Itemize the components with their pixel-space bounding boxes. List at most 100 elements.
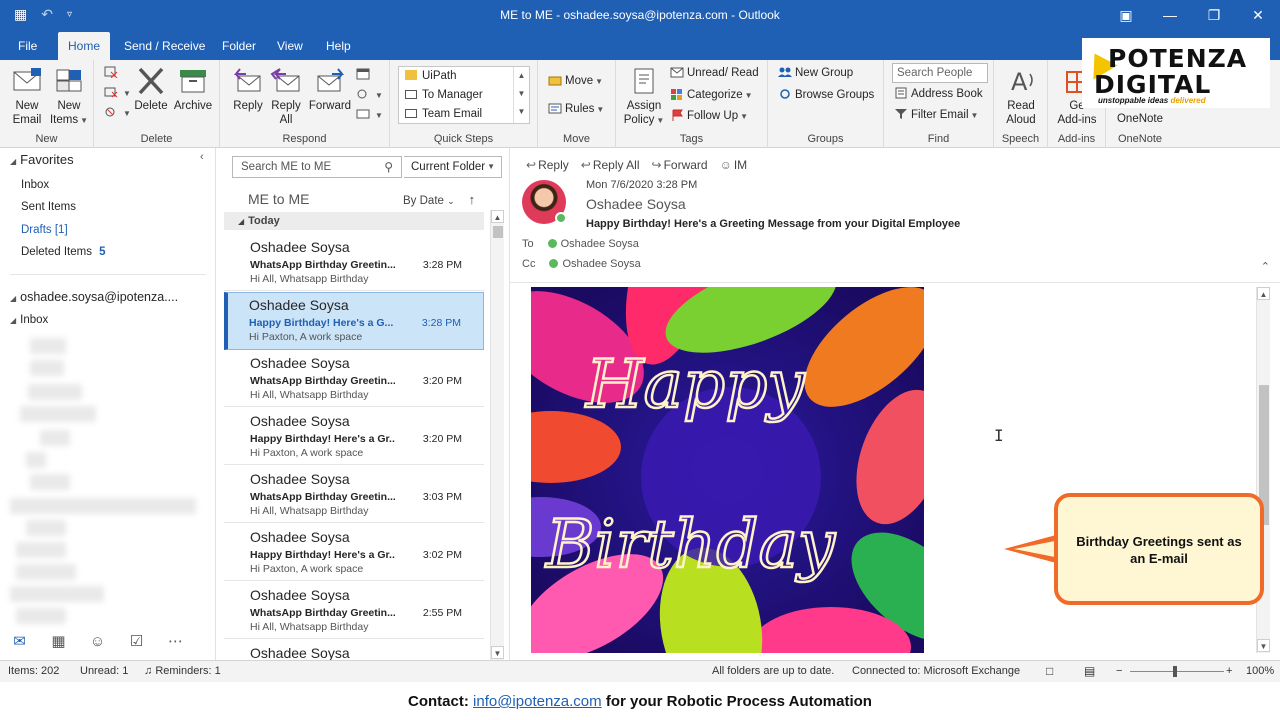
new-email-button[interactable]: New Email bbox=[6, 66, 48, 127]
unread-read-button[interactable]: Unread/ Read bbox=[670, 64, 759, 82]
zoom-out-icon[interactable]: − bbox=[1116, 665, 1122, 677]
close-button[interactable]: ✕ bbox=[1236, 0, 1280, 32]
image-text-happy: Happy bbox=[585, 346, 805, 423]
new-group-button[interactable]: New Group bbox=[778, 64, 853, 82]
tab-view[interactable]: View bbox=[267, 32, 313, 60]
reply-all-action[interactable]: ↩ Reply All bbox=[581, 158, 640, 172]
more-respond-button[interactable]: ▼ bbox=[356, 106, 383, 124]
message-row[interactable]: Oshadee Soysa WhatsApp Birthday Greetin.… bbox=[224, 235, 484, 291]
scroll-up-icon[interactable]: ▲ bbox=[491, 210, 504, 223]
mail-icon[interactable]: ✉ bbox=[0, 632, 39, 650]
move-button[interactable]: Move ▼ bbox=[548, 72, 603, 90]
minimize-folder-pane-icon[interactable]: ‹ bbox=[200, 151, 204, 163]
folder-inbox[interactable]: Inbox bbox=[21, 179, 49, 191]
scroll-up-icon[interactable]: ▲ bbox=[1257, 287, 1270, 300]
rules-button[interactable]: Rules ▼ bbox=[548, 100, 604, 118]
read-aloud-button[interactable]: A Read Aloud bbox=[998, 66, 1044, 127]
message-sender: Oshadee Soysa bbox=[250, 471, 350, 487]
message-row[interactable]: Oshadee Soysa WhatsApp Birthday Greetin.… bbox=[224, 351, 484, 407]
reading-view-icon[interactable]: ▤ bbox=[1084, 664, 1095, 678]
scroll-thumb[interactable] bbox=[493, 226, 503, 238]
reply-all-button[interactable]: Reply All bbox=[268, 66, 304, 127]
message-preview: Hi Paxton, A work space bbox=[250, 447, 364, 459]
status-reminders[interactable]: ♫ Reminders: 1 bbox=[144, 665, 221, 677]
ribbon-display-options-icon[interactable]: ▣ bbox=[1104, 0, 1148, 32]
forward-button[interactable]: Forward bbox=[308, 66, 352, 113]
follow-up-button[interactable]: Follow Up ▼ bbox=[670, 107, 748, 125]
collapse-header-icon[interactable]: ⌃ bbox=[1261, 260, 1270, 273]
tab-help[interactable]: Help bbox=[316, 32, 361, 60]
logo-line-2: DIGITAL bbox=[1094, 70, 1212, 99]
junk-button[interactable]: ▼ bbox=[104, 104, 131, 122]
contact-email-link[interactable]: info@ipotenza.com bbox=[473, 693, 602, 710]
cc-recipient[interactable]: Oshadee Soysa bbox=[562, 258, 640, 270]
sort-by-dropdown[interactable]: By Date ⌄ ↑ bbox=[403, 192, 475, 207]
maximize-button[interactable]: ❐ bbox=[1192, 0, 1236, 32]
ignore-button[interactable] bbox=[104, 64, 121, 82]
folder-drafts[interactable]: Drafts [1] bbox=[21, 224, 68, 236]
message-row[interactable]: Oshadee Soysa WhatsApp Birthday Greetin.… bbox=[224, 467, 484, 523]
message-row[interactable]: Oshadee Soysa Happy Birthday! Here's a G… bbox=[224, 525, 484, 581]
people-icon[interactable]: ☺ bbox=[78, 633, 117, 650]
group-header-today[interactable]: ◢ Today bbox=[224, 212, 484, 230]
search-input[interactable]: Search ME to ME ⚲ bbox=[232, 156, 402, 178]
im-reply-button[interactable]: ▼ bbox=[356, 86, 383, 104]
categorize-button[interactable]: Categorize ▼ bbox=[670, 86, 753, 104]
send-to-onenote-button[interactable]: OneNote bbox=[1112, 112, 1168, 126]
message-row[interactable]: Oshadee Soysa Happy Birthday! Here's a G… bbox=[224, 409, 484, 465]
archive-button[interactable]: Archive bbox=[172, 66, 214, 113]
zoom-slider[interactable] bbox=[1130, 671, 1224, 672]
message-list-pane: Search ME to ME ⚲ Current Folder ▼ ME to M… bbox=[216, 148, 510, 661]
blurred-folder bbox=[10, 498, 196, 514]
favorites-header[interactable]: ◢ Favorites bbox=[10, 152, 74, 167]
zoom-in-icon[interactable]: + bbox=[1226, 665, 1232, 677]
quick-step-team-email[interactable]: Team Email bbox=[399, 105, 529, 124]
calendar-icon[interactable]: ▦ bbox=[39, 632, 78, 650]
tab-send-receive[interactable]: Send / Receive bbox=[114, 32, 215, 60]
browse-groups-button[interactable]: Browse Groups bbox=[778, 86, 874, 104]
quick-step-to-manager[interactable]: To Manager bbox=[399, 86, 529, 105]
address-book-button[interactable]: Address Book bbox=[894, 85, 983, 103]
chevron-down-icon: ▼ bbox=[80, 116, 89, 125]
normal-view-icon[interactable]: □ bbox=[1046, 664, 1053, 678]
search-scope-dropdown[interactable]: Current Folder ▼ bbox=[404, 156, 502, 178]
quick-step-uipath[interactable]: UiPath bbox=[399, 67, 529, 86]
scroll-down-icon[interactable]: ▼ bbox=[491, 646, 504, 659]
delete-button[interactable]: Delete bbox=[132, 66, 170, 113]
im-action[interactable]: ☺ IM bbox=[720, 158, 748, 172]
message-from[interactable]: Oshadee Soysa bbox=[586, 196, 686, 212]
quick-steps-scroll[interactable]: ▲ ▼ ▼ bbox=[513, 67, 529, 123]
folder-deleted-items[interactable]: Deleted Items 5 bbox=[21, 246, 106, 258]
forward-action[interactable]: ↪ Forward bbox=[652, 158, 708, 172]
assign-policy-button[interactable]: Assign Policy ▼ bbox=[622, 66, 666, 128]
reply-action[interactable]: ↩ Reply bbox=[526, 158, 569, 172]
message-row[interactable]: Oshadee Soysa WhatsApp Birthday Greetin.… bbox=[224, 583, 484, 639]
clean-up-button[interactable]: ▼ bbox=[104, 84, 131, 102]
to-recipient[interactable]: Oshadee Soysa bbox=[561, 238, 639, 250]
tab-folder[interactable]: Folder bbox=[212, 32, 266, 60]
message-list-scrollbar[interactable]: ▲ ▼ bbox=[490, 210, 504, 660]
new-items-button[interactable]: New Items ▼ bbox=[48, 66, 90, 128]
message-row[interactable]: Oshadee Soysa bbox=[224, 641, 484, 661]
tasks-icon[interactable]: ☑ bbox=[117, 632, 156, 650]
folder-sent-items[interactable]: Sent Items bbox=[21, 201, 76, 213]
sort-direction-icon[interactable]: ↑ bbox=[469, 192, 476, 207]
zoom-level[interactable]: 100% bbox=[1246, 665, 1274, 677]
tab-home[interactable]: Home bbox=[58, 32, 111, 60]
filter-email-button[interactable]: Filter Email ▼ bbox=[894, 106, 978, 124]
reply-button[interactable]: Reply bbox=[230, 66, 266, 113]
blurred-folder bbox=[40, 430, 70, 446]
reply-all-icon: ↩ bbox=[580, 158, 591, 172]
search-people-input[interactable]: Search People bbox=[892, 63, 988, 83]
account-inbox[interactable]: ◢ Inbox bbox=[10, 314, 48, 326]
outlook-window: ▦ ↶ ▿ ME to ME - oshadee.soysa@ipotenza.… bbox=[0, 0, 1280, 720]
tab-file[interactable]: File bbox=[8, 32, 47, 60]
message-row-selected[interactable]: Oshadee Soysa Happy Birthday! Here's a G… bbox=[224, 292, 484, 350]
minimize-button[interactable]: — bbox=[1148, 0, 1192, 32]
quick-step-label: Team Email bbox=[422, 108, 483, 120]
more-apps-icon[interactable]: ⋯ bbox=[156, 632, 195, 650]
meeting-button[interactable] bbox=[356, 66, 373, 84]
zoom-slider-thumb[interactable] bbox=[1173, 666, 1177, 677]
scroll-down-icon[interactable]: ▼ bbox=[1257, 639, 1270, 652]
account-header[interactable]: ◢ oshadee.soysa@ipotenza.... bbox=[10, 290, 178, 304]
